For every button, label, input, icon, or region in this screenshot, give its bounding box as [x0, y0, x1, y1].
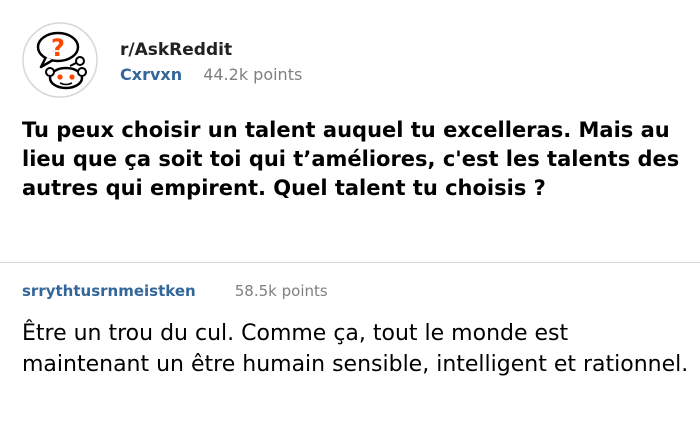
reddit-alien-question-icon: ? [22, 22, 98, 98]
post-meta: Cxrvxn 44.2k points [120, 65, 302, 84]
comment-points: 58.5k points [234, 282, 328, 300]
post-points: 44.2k points [203, 65, 303, 84]
post-header: ? r/AskReddit Cxrvxn 44.2k points [22, 22, 682, 98]
divider [0, 262, 700, 263]
subreddit-name[interactable]: r/AskReddit [120, 40, 232, 60]
comment-body: Être un trou du cul. Comme ça, tout le m… [22, 321, 689, 377]
svg-text:?: ? [51, 34, 65, 62]
post-title[interactable]: Tu peux choisir un talent auquel tu exce… [22, 116, 692, 203]
comment-meta: srrythtusrnmeistken 58.5k points [22, 281, 328, 300]
post-author[interactable]: Cxrvxn [120, 65, 182, 84]
comment-author[interactable]: srrythtusrnmeistken [22, 282, 196, 300]
